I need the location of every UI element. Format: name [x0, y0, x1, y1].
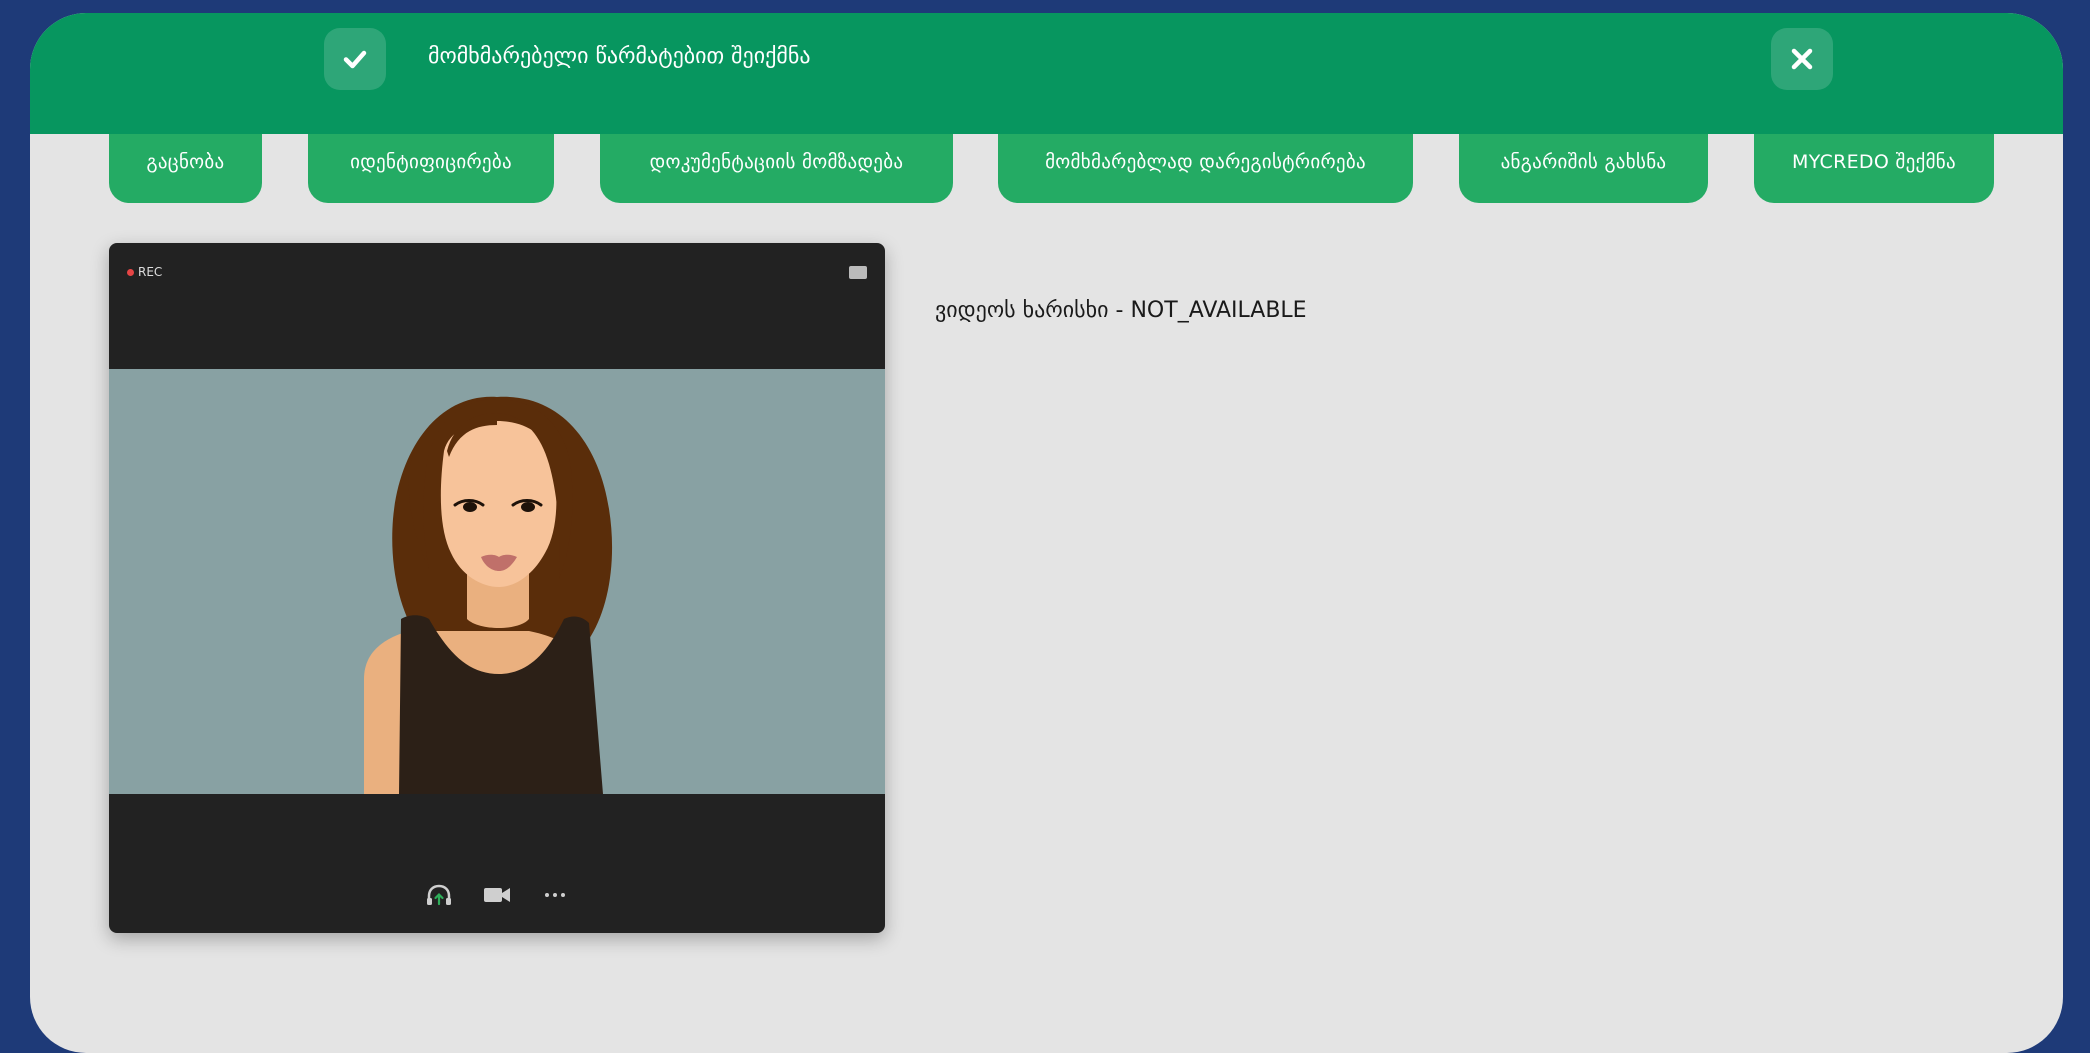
- success-toast: მომხმარებელი წარმატებით შეიქმნა: [30, 13, 2063, 134]
- check-icon: [324, 28, 386, 90]
- camera-icon[interactable]: [481, 883, 513, 907]
- close-icon[interactable]: [1771, 28, 1833, 90]
- person-avatar: [364, 396, 613, 794]
- screen-icon[interactable]: [849, 266, 867, 279]
- main-card: გაცნობა იდენტიფიცირება დოკუმენტაციის მომ…: [30, 13, 2063, 1053]
- call-controls: [109, 883, 885, 907]
- toast-message: მომხმარებელი წარმატებით შეიქმნა: [428, 44, 811, 69]
- rec-indicator: REC: [127, 265, 162, 279]
- video-call-window: REC: [109, 243, 885, 933]
- headset-icon[interactable]: [423, 883, 455, 907]
- video-quality-status: ვიდეოს ხარისხი - NOT_AVAILABLE: [935, 298, 1307, 323]
- rec-dot-icon: [127, 268, 134, 276]
- rec-label: REC: [138, 265, 163, 279]
- more-icon[interactable]: [539, 883, 571, 907]
- video-feed: [109, 369, 885, 794]
